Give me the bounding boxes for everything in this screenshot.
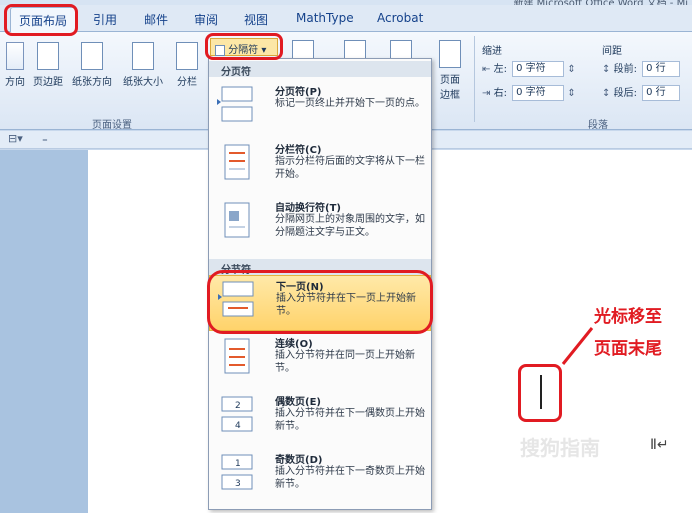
page-borders-button[interactable]: 页面 边框 (432, 40, 468, 101)
annotation-line-1: 光标移至 (594, 307, 662, 327)
odd-page-title: 奇数页(D) (275, 455, 323, 466)
page-break-desc: 标记一页终止并开始下一页的点。 (275, 98, 425, 109)
indent-right-input[interactable]: 0 字符 (512, 85, 565, 101)
indent-left-row: ⇤ 左: 0 字符 ⇕ (482, 60, 576, 77)
spacing-after-row: ↕ 段后: 0 行 (602, 84, 681, 101)
orientation-button[interactable]: 纸张方向 (68, 42, 116, 88)
spacing-after-input[interactable]: 0 行 (642, 85, 681, 101)
columns-button[interactable]: 分栏 (170, 42, 204, 88)
margins-button[interactable]: 页边距 (30, 42, 66, 88)
indent-right-stepper-icon[interactable]: ⇕ (567, 88, 575, 99)
orientation-icon (81, 42, 103, 70)
indent-heading: 缩进 (482, 46, 502, 57)
text-direction-button[interactable]: 方向 (0, 42, 30, 88)
spacing-before-icon: ↕ (602, 64, 611, 75)
menu-item-column-break[interactable]: 分栏符(C) 指示分栏符后面的文字将从下一栏开始。 (209, 139, 431, 197)
spacing-before-row: ↕ 段前: 0 行 (602, 60, 681, 77)
continuous-desc: 插入分节符并在同一页上开始新节。 (275, 350, 415, 374)
page-borders-icon (439, 40, 461, 68)
tab-mailings[interactable]: 邮件 (144, 11, 168, 28)
columns-label: 分栏 (177, 77, 197, 88)
svg-text:4: 4 (235, 421, 241, 431)
continuous-title: 连续(O) (275, 339, 313, 350)
tab-review[interactable]: 审阅 (194, 11, 218, 28)
orientation-label: 纸张方向 (72, 77, 112, 88)
page-borders-label-1: 页面 (440, 75, 460, 86)
annotation-line-2: 页面末尾 (594, 339, 662, 359)
page-break-title: 分页符(P) (275, 87, 322, 98)
spacing-after-label: 段后: (613, 88, 637, 99)
margins-icon (37, 42, 59, 70)
menu-item-page-break[interactable]: 分页符(P) 标记一页终止并开始下一页的点。 (209, 81, 431, 139)
tab-highlight-box (4, 4, 78, 36)
spacing-heading: 间距 (602, 46, 622, 57)
text-direction-icon (6, 42, 24, 70)
next-page-highlight-box (207, 270, 433, 334)
column-break-icon (217, 143, 257, 181)
indent-left-icon: ⇤ (482, 64, 491, 75)
svg-text:3: 3 (235, 479, 241, 489)
continuous-icon (217, 337, 257, 375)
indent-right-row: ⇥ 右: 0 字符 ⇕ (482, 84, 576, 101)
page-break-icon (217, 85, 257, 123)
text-wrapping-break-icon (217, 201, 257, 239)
tab-view[interactable]: 视图 (244, 11, 268, 28)
spacing-before-input[interactable]: 0 行 (642, 61, 681, 77)
page-size-label: 纸张大小 (123, 77, 163, 88)
svg-text:2: 2 (235, 401, 241, 411)
page-breaks-header: 分页符 (209, 61, 431, 78)
menu-item-even-page[interactable]: 24 偶数页(E) 插入分节符并在下一偶数页上开始新节。 (209, 391, 431, 447)
tab-mathtype[interactable]: MathType (296, 11, 354, 25)
end-of-doc-mark: Ⅱ↵ (650, 437, 669, 453)
margins-label: 页边距 (33, 77, 63, 88)
tab-acrobat[interactable]: Acrobat (377, 11, 423, 25)
page-size-icon (132, 42, 154, 70)
page-setup-group-label: 页面设置 (92, 120, 132, 131)
spacing-after-icon: ↕ (602, 88, 611, 99)
even-page-icon: 24 (217, 395, 257, 433)
cursor-highlight-box (518, 364, 562, 422)
breaks-button-highlight-box (205, 33, 283, 60)
paragraph-group-label: 段落 (588, 120, 608, 131)
text-direction-label: 方向 (5, 77, 25, 88)
ribbon-tabs: 页面布局 引用 邮件 审阅 视图 MathType Acrobat (0, 5, 692, 33)
spacing-before-label: 段前: (613, 64, 637, 75)
indent-right-label: 右: (493, 88, 507, 99)
quick-access-icon[interactable]: ⊟▾ (8, 132, 23, 145)
indent-right-icon: ⇥ (482, 88, 491, 99)
ribbon-separator (474, 36, 475, 122)
page-size-button[interactable]: 纸张大小 (118, 42, 168, 88)
text-wrapping-break-desc: 分隔网页上的对象周围的文字，如分隔题注文字与正文。 (275, 214, 425, 238)
customize-icon[interactable]: ₌ (42, 132, 48, 145)
menu-item-odd-page[interactable]: 13 奇数页(D) 插入分节符并在下一奇数页上开始新节。 (209, 449, 431, 507)
column-break-title: 分栏符(C) (275, 145, 322, 156)
tab-references[interactable]: 引用 (93, 11, 117, 28)
menu-item-continuous[interactable]: 连续(O) 插入分节符并在同一页上开始新节。 (209, 333, 431, 389)
text-wrapping-break-title: 自动换行符(T) (275, 203, 341, 214)
odd-page-icon: 13 (217, 453, 257, 491)
indent-left-label: 左: (493, 64, 507, 75)
indent-left-stepper-icon[interactable]: ⇕ (567, 64, 575, 75)
svg-text:1: 1 (235, 459, 241, 469)
annotation-pointer-line (561, 327, 594, 365)
even-page-title: 偶数页(E) (275, 397, 321, 408)
even-page-desc: 插入分节符并在下一偶数页上开始新节。 (275, 408, 425, 432)
menu-item-text-wrapping-break[interactable]: 自动换行符(T) 分隔网页上的对象周围的文字，如分隔题注文字与正文。 (209, 197, 431, 257)
indent-left-input[interactable]: 0 字符 (512, 61, 565, 77)
column-break-desc: 指示分栏符后面的文字将从下一栏开始。 (275, 156, 425, 180)
watermark-text: 搜狗指南 (520, 436, 600, 460)
page-borders-label-2: 边框 (440, 90, 460, 101)
odd-page-desc: 插入分节符并在下一奇数页上开始新节。 (275, 466, 425, 490)
columns-icon (176, 42, 198, 70)
